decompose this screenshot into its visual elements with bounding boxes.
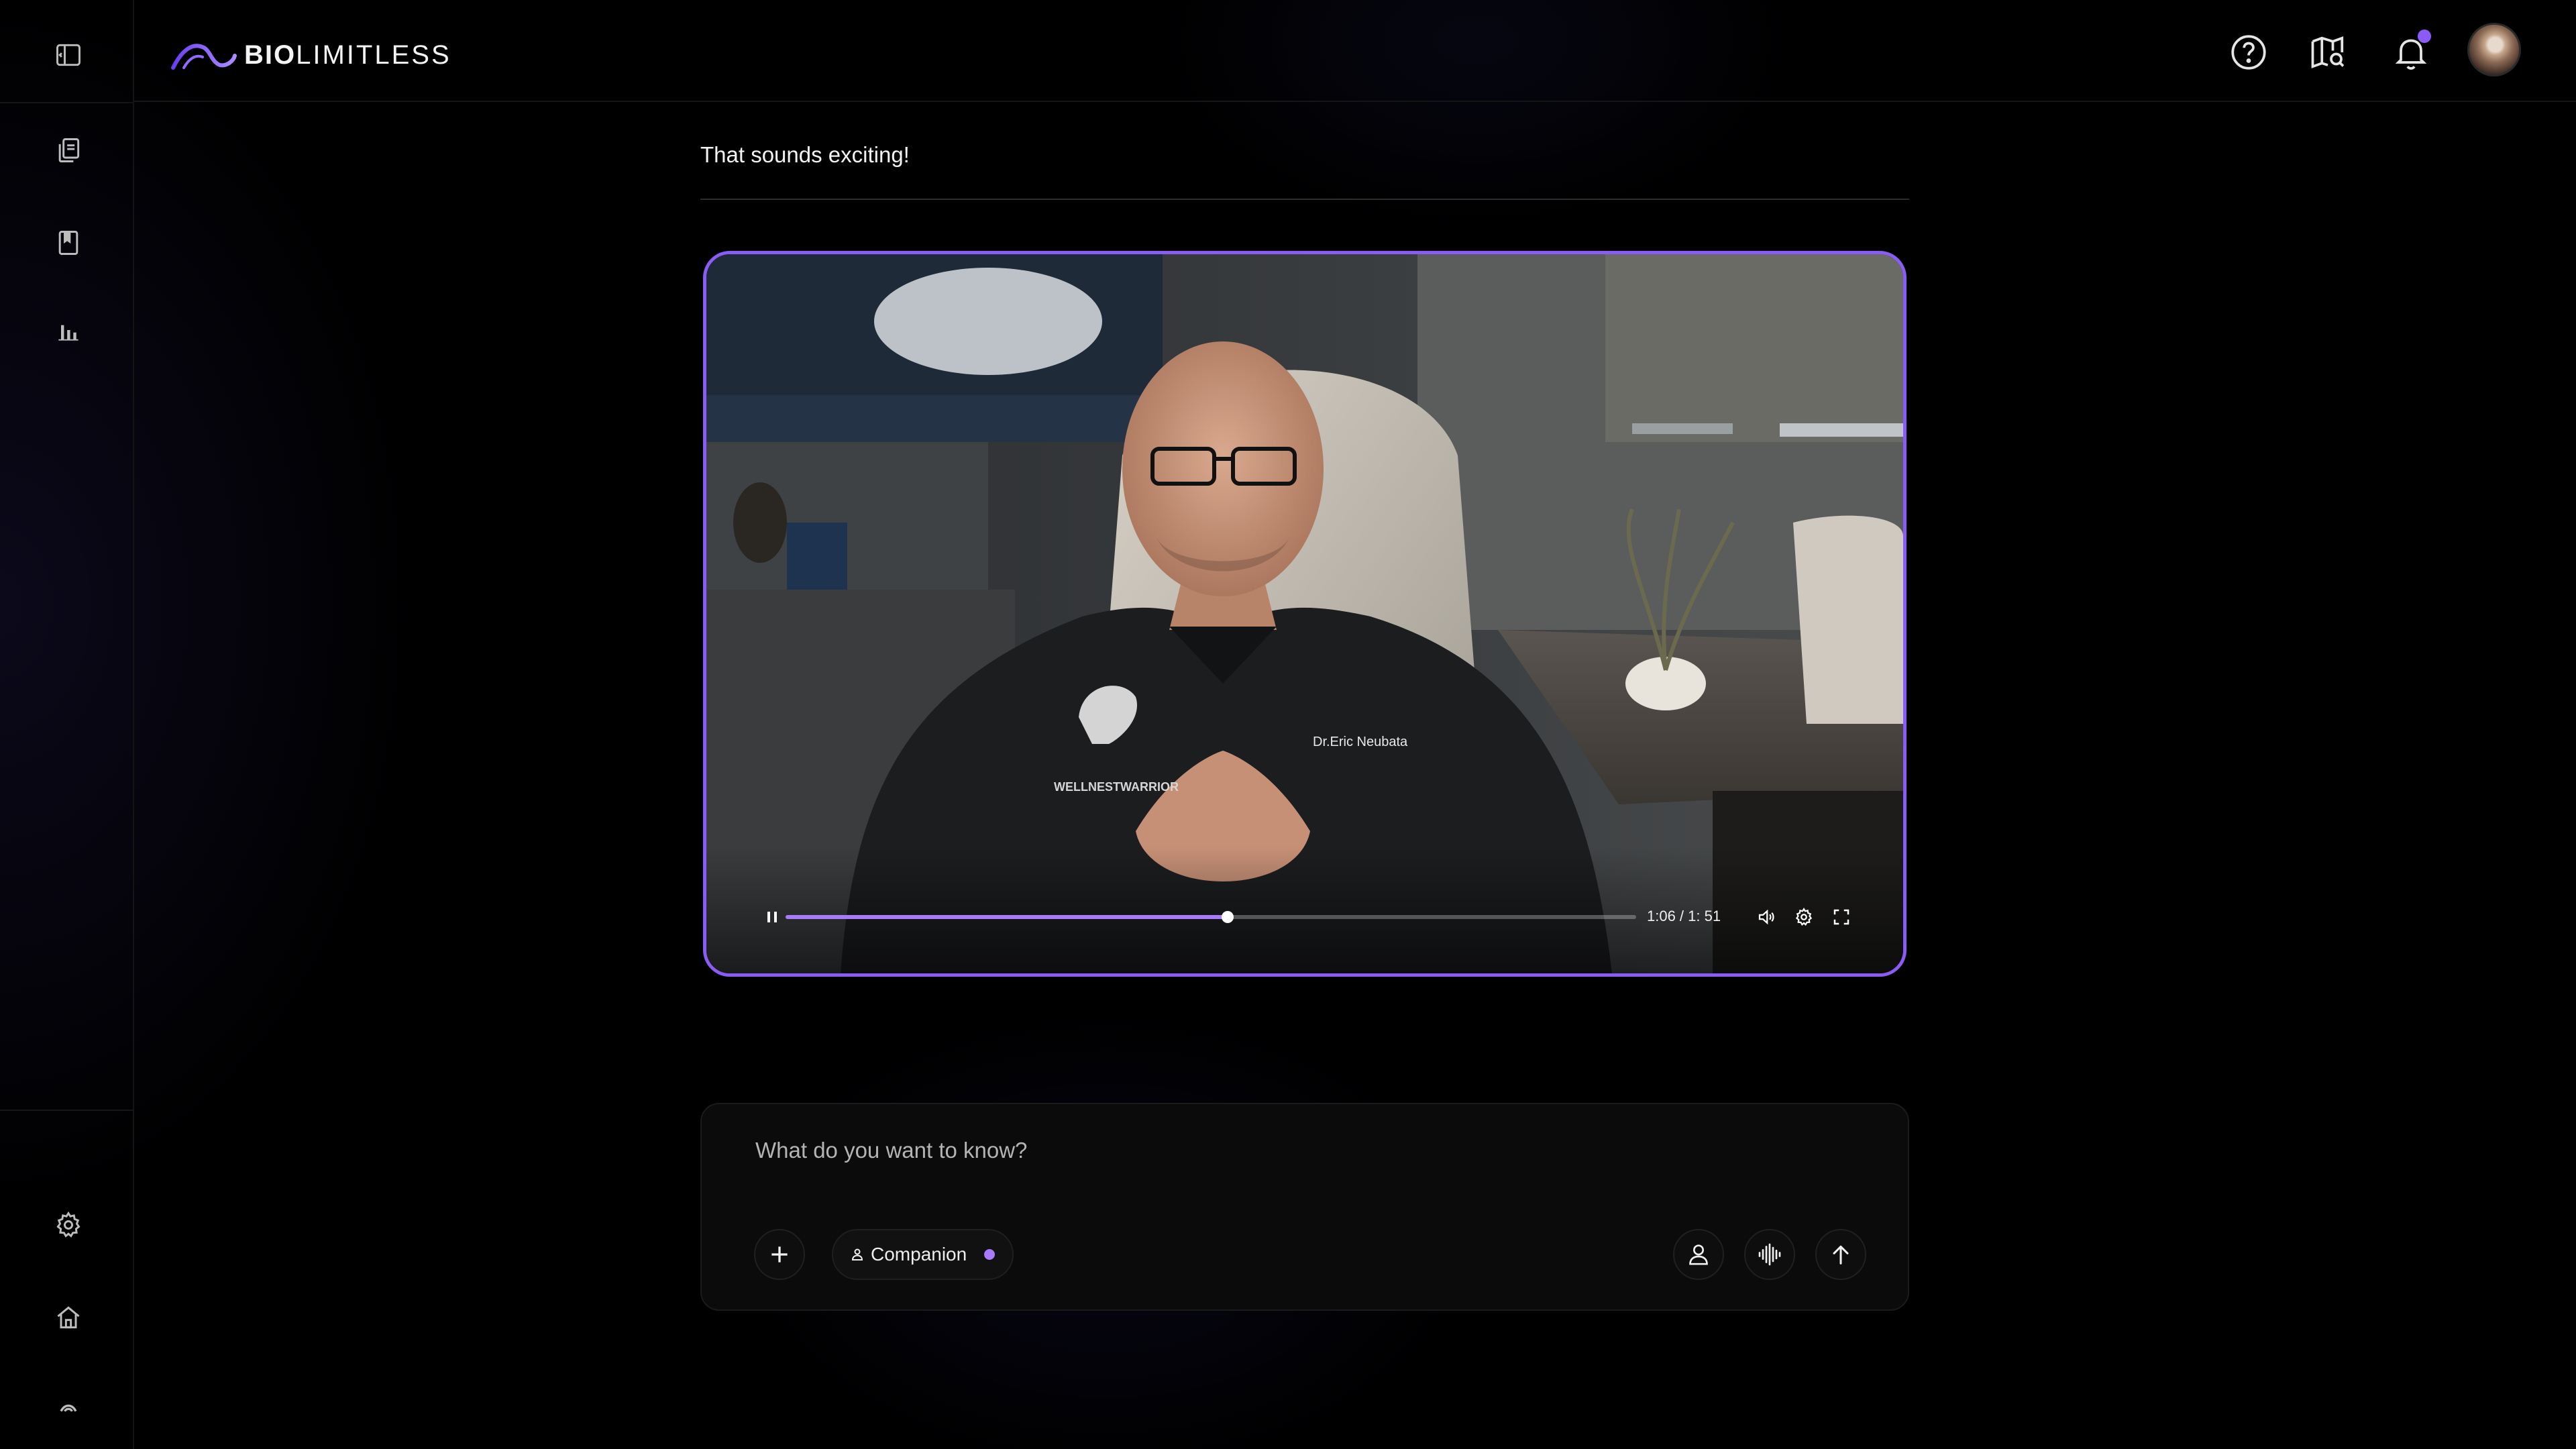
send-button[interactable] [1815,1229,1866,1280]
companion-status-dot [984,1249,996,1260]
plus-icon [771,1246,788,1263]
sidebar-item-copy[interactable] [42,123,95,177]
video-settings-button[interactable] [1790,904,1817,930]
volume-button[interactable] [1753,904,1780,930]
map-search-button[interactable] [2301,25,2355,79]
avatar[interactable] [2467,23,2521,76]
message-divider [700,199,1909,200]
volume-icon [1758,909,1774,925]
video-controls: 1:06 / 1: 51 [706,902,1903,932]
gear-icon [56,1211,80,1238]
shirt-text: WELLNESTWARRIOR [1054,780,1179,794]
help-icon [2231,35,2266,70]
home-icon [57,1306,80,1329]
sidebar-toggle-icon [56,44,80,66]
sidebar-item-stats[interactable] [42,303,95,357]
logo-mark-icon [60,1404,77,1412]
brand-logo-icon [171,44,237,70]
fullscreen-button[interactable] [1828,904,1855,930]
chat-input[interactable] [754,1130,1830,1171]
notifications-button[interactable] [2384,25,2438,79]
video-player[interactable]: WELLNESTWARRIOR Dr.Eric Neubata 1:06 / 1… [703,251,1907,977]
progress-fill [786,915,1228,919]
brand-name: BIOLIMITLESS [244,40,451,70]
sidebar-item-logo-mark[interactable] [42,1382,95,1436]
top-bar: BIOLIMITLESS [134,0,2576,102]
voice-button[interactable] [1744,1229,1795,1280]
time-readout: 1:06 / 1: 51 [1647,908,1721,924]
person-icon [851,1248,863,1260]
sidebar-item-settings[interactable] [42,1198,95,1252]
persona-button[interactable] [1673,1229,1724,1280]
brand-logo[interactable]: BIOLIMITLESS [169,34,451,76]
gear-icon [1795,908,1813,926]
sidebar-divider-bottom [0,1110,134,1111]
add-attachment-button[interactable] [754,1229,805,1280]
pause-icon [767,912,777,922]
sidebar [0,0,134,1449]
chat-composer: Companion [700,1103,1909,1311]
video-name-label: Dr.Eric Neubata [1313,735,1408,749]
progress-bar[interactable] [786,911,1636,923]
app-root: BIOLIMITLESS That sounds exciting! WELLN… [0,0,2576,1449]
sidebar-item-home[interactable] [42,1291,95,1344]
arrow-up-icon [1833,1245,1849,1265]
companion-label: Companion [871,1244,967,1265]
assistant-message: That sounds exciting! [700,142,910,167]
sidebar-toggle-button[interactable] [42,28,95,82]
help-button[interactable] [2222,25,2275,79]
user-icon [1689,1244,1708,1265]
bookmark-icon [58,231,78,255]
bar-chart-icon [58,325,78,341]
companion-mode-chip[interactable]: Companion [832,1229,1014,1280]
copy-icon [58,138,80,162]
map-search-icon [2311,36,2345,68]
progress-thumb[interactable] [1222,911,1234,923]
waveform-icon [1758,1243,1781,1266]
fullscreen-icon [1833,909,1849,925]
notification-badge [2418,30,2431,43]
sidebar-item-bookmark[interactable] [42,216,95,270]
sidebar-divider-top [0,102,134,103]
pause-button[interactable] [761,906,783,928]
